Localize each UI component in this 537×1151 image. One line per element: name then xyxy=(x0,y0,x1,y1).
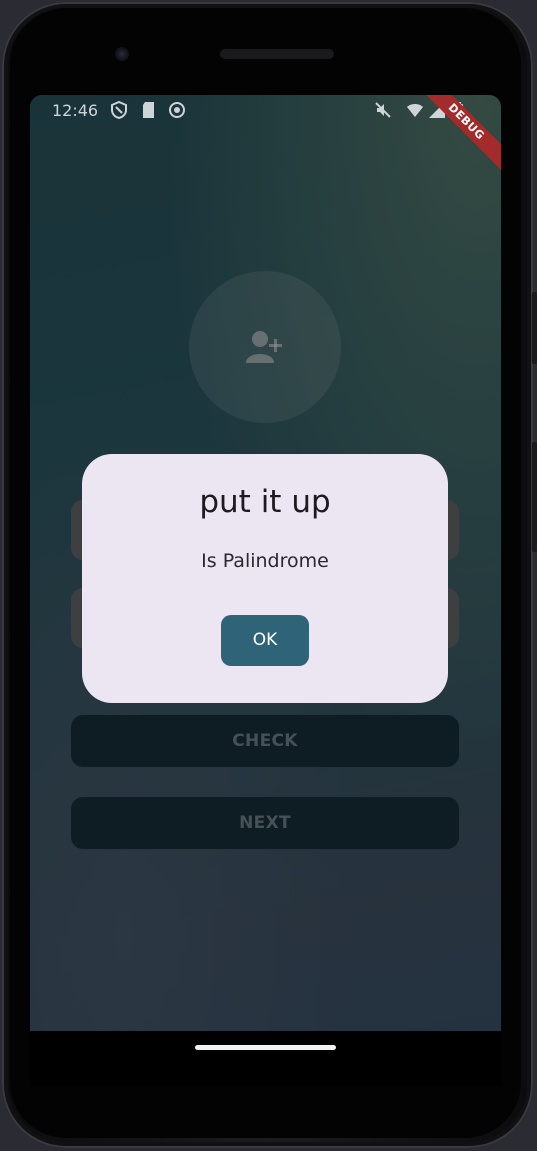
status-time: 12:46 xyxy=(52,101,99,120)
ok-button[interactable]: OK xyxy=(221,615,309,666)
wifi-icon xyxy=(407,104,423,117)
earpiece-speaker xyxy=(220,49,334,59)
navigation-bar xyxy=(30,1031,501,1086)
volume-button xyxy=(532,442,537,552)
shield-icon xyxy=(111,101,127,119)
dialog-title: put it up xyxy=(199,484,331,520)
alert-dialog: put it up Is Palindrome OK xyxy=(82,454,448,703)
status-bar: 12:46 DEBUG xyxy=(30,95,501,182)
front-camera xyxy=(115,47,129,61)
power-button xyxy=(532,292,537,364)
dialog-message: Is Palindrome xyxy=(201,550,329,572)
sync-icon xyxy=(169,102,185,118)
app-screen: CHECK NEXT 12:46 DEBUG put it up Is Pali… xyxy=(30,95,501,1031)
mute-icon xyxy=(375,102,391,118)
sd-card-icon xyxy=(143,102,154,118)
home-gesture-handle[interactable] xyxy=(195,1045,336,1050)
